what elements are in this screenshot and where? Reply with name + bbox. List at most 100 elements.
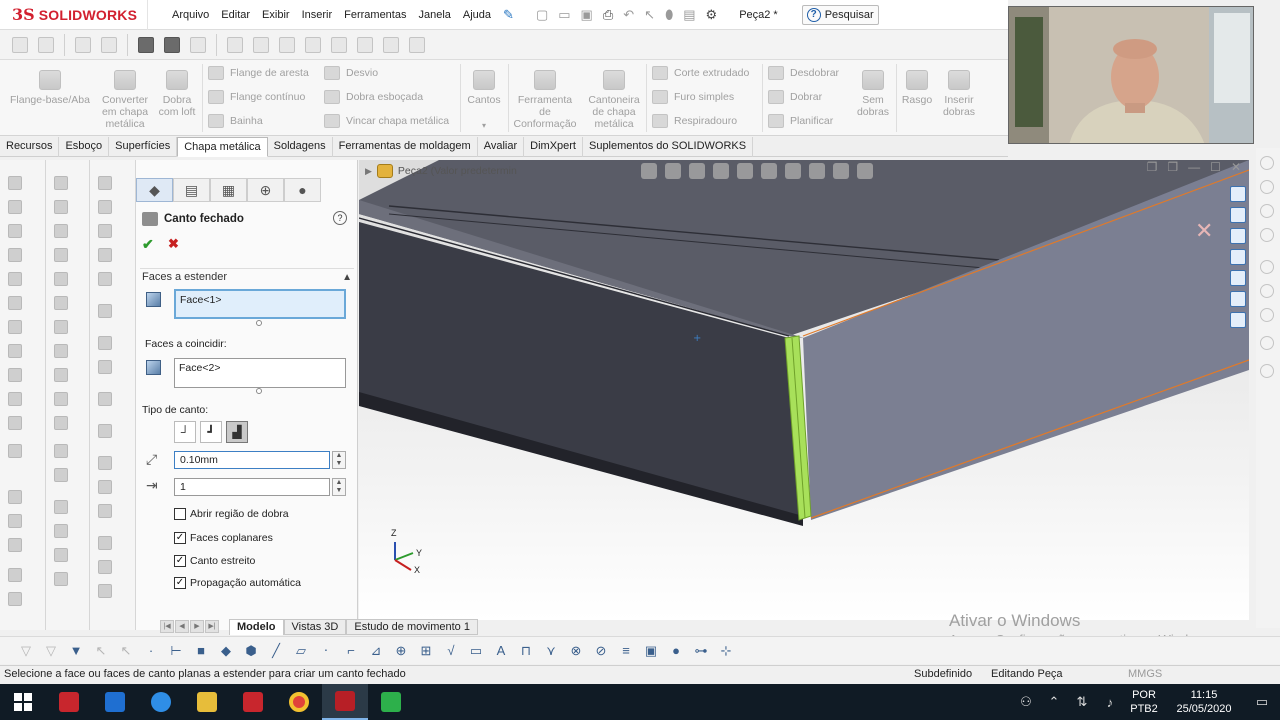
strip-icon[interactable] [98,360,112,374]
select-pointer-icon[interactable]: ↖ [93,643,109,659]
strip-icon[interactable] [54,296,68,310]
faces-extend-group-header[interactable]: Faces a estender ▲ [140,268,354,286]
zoom-area-icon[interactable] [665,163,681,179]
taskbar-camtasia[interactable] [368,684,414,720]
extruded-cut-button[interactable]: Corte extrudado [652,64,749,82]
filter-datum-feature-icon[interactable]: ⊓ [518,643,534,659]
strip-icon[interactable] [1260,364,1274,378]
flatten-button[interactable]: Planificar [768,112,833,130]
strip-icon[interactable] [54,320,68,334]
strip-icon[interactable] [8,538,22,552]
taskbar-edge[interactable] [138,684,184,720]
taskbar-store[interactable] [92,684,138,720]
filter-clear-icon[interactable]: ▽ [43,643,59,659]
prev-tab-icon[interactable]: ◀ [175,620,189,633]
filter-sketch-segments-icon[interactable]: ⌐ [343,643,359,659]
strip-icon[interactable] [98,272,112,286]
toolbar-icon-11[interactable] [357,36,373,53]
strip-icon[interactable] [8,514,22,528]
camera-icon[interactable] [138,36,154,53]
cancel-button[interactable]: ✖ [168,236,179,252]
filter-weld-symbol-icon[interactable]: ⋎ [543,643,559,659]
tab-soldagens[interactable]: Soldagens [268,137,333,157]
strip-icon[interactable] [98,176,112,190]
select-pointer-2-icon[interactable]: ↖ [118,643,134,659]
toolbar-icon-10[interactable] [331,36,347,53]
taskbar-solidworks-2[interactable] [230,684,276,720]
filter-axes-icon[interactable]: ╱ [268,643,284,659]
taskbar-solidworks-1[interactable] [46,684,92,720]
auto-propagation-checkbox[interactable]: ✓ Propagação automática [174,577,301,589]
section-view-icon[interactable] [713,163,729,179]
apply-scene-icon[interactable] [833,163,849,179]
filter-geometric-tolerance-icon[interactable]: ▭ [468,643,484,659]
feature-tree-breadcrumb[interactable]: ▶ Peça2 (Valor predetermin [365,164,517,178]
strip-icon[interactable] [8,490,22,504]
strip-icon[interactable] [98,584,112,598]
convert-sheet-button[interactable]: Converter em chapa metálica [98,70,152,130]
strip-icon[interactable] [8,592,22,606]
strip-icon[interactable] [98,560,112,574]
filter-notes-icon[interactable]: A [493,643,509,659]
strip-icon[interactable] [98,504,112,518]
no-bends-button[interactable]: Sem dobras [852,70,894,118]
undo-icon[interactable]: ↶ [623,7,634,23]
tab-chapa-metalica[interactable]: Chapa metálica [177,137,268,157]
record-icon[interactable] [164,36,180,53]
taskbar-chrome[interactable] [276,684,322,720]
strip-icon[interactable] [1260,204,1274,218]
strip-icon[interactable] [1260,156,1274,170]
appearances-icon[interactable] [1230,270,1246,286]
toolbar-icon-7[interactable] [253,36,269,53]
strip-icon[interactable] [54,392,68,406]
tile-icon[interactable]: ❐ [1167,160,1178,174]
menu-inserir[interactable]: Inserir [296,9,339,21]
strip-icon[interactable] [8,272,22,286]
cross-break-button[interactable]: Vincar chapa metálica [324,112,449,130]
new-document-icon[interactable]: ▢ [536,7,548,23]
checkbox-checked-icon[interactable]: ✓ [174,555,186,567]
overlap-spinner[interactable]: ▲ ▼ [332,478,346,496]
maximize-icon[interactable]: ☐ [1210,160,1221,174]
gap-distance-input[interactable]: 0.10mm [174,451,330,469]
strip-icon[interactable] [54,200,68,214]
forming-tool-button[interactable]: Ferramenta de Conformação [512,70,578,130]
strip-icon[interactable] [8,444,22,458]
strip-icon[interactable] [98,336,112,350]
filter-toggle-icon[interactable]: ▽ [18,643,34,659]
design-library-icon[interactable] [1230,207,1246,223]
filter-planes-icon[interactable]: ▱ [293,643,309,659]
toolbar-icon-9[interactable] [305,36,321,53]
tab-recursos[interactable]: Recursos [0,137,60,157]
open-icon[interactable]: ▭ [558,7,570,23]
property-manager-tab-icon[interactable]: ▤ [173,178,210,202]
filter-edges-icon[interactable]: ⊢ [168,643,184,659]
graphics-area[interactable]: + ✕ Z Y X ▶ Peça2 (Valor predetermin ❐ ❐… [359,160,1249,620]
filter-midpoints-icon[interactable]: ⊿ [368,643,384,659]
view-settings-icon[interactable] [857,163,873,179]
coplanar-faces-checkbox[interactable]: ✓ Faces coplanares [174,532,273,544]
strip-icon[interactable] [8,176,22,190]
strip-icon[interactable] [98,304,112,318]
status-units[interactable]: MMGS [1128,666,1162,683]
base-flange-button[interactable]: Flange-base/Aba [8,70,92,106]
search-button[interactable]: ? Pesquisar [801,4,879,25]
strip-icon[interactable] [1260,308,1274,322]
hem-button[interactable]: Bainha [208,112,263,130]
strip-icon[interactable] [54,176,68,190]
checkbox-checked-icon[interactable]: ✓ [174,577,186,589]
strip-icon[interactable] [54,572,68,586]
filter-cosmetic-thread-icon[interactable]: ≡ [618,643,634,659]
resize-grip-icon[interactable] [256,320,262,326]
file-properties-icon[interactable]: ▤ [683,7,695,23]
strip-icon[interactable] [98,224,112,238]
forum-icon[interactable] [1230,312,1246,328]
toolbar-icon-4[interactable] [101,36,117,53]
filter-surfaces-icon[interactable]: ◆ [218,643,234,659]
options-gear-icon[interactable]: ⚙ [706,7,718,23]
filter-center-marks-icon[interactable]: ⊕ [393,643,409,659]
tab-modelo[interactable]: Modelo [229,618,284,635]
taskbar-explorer[interactable] [184,684,230,720]
toolbar-icon-1[interactable] [12,36,28,53]
network-icon[interactable]: ⇅ [1068,694,1096,710]
